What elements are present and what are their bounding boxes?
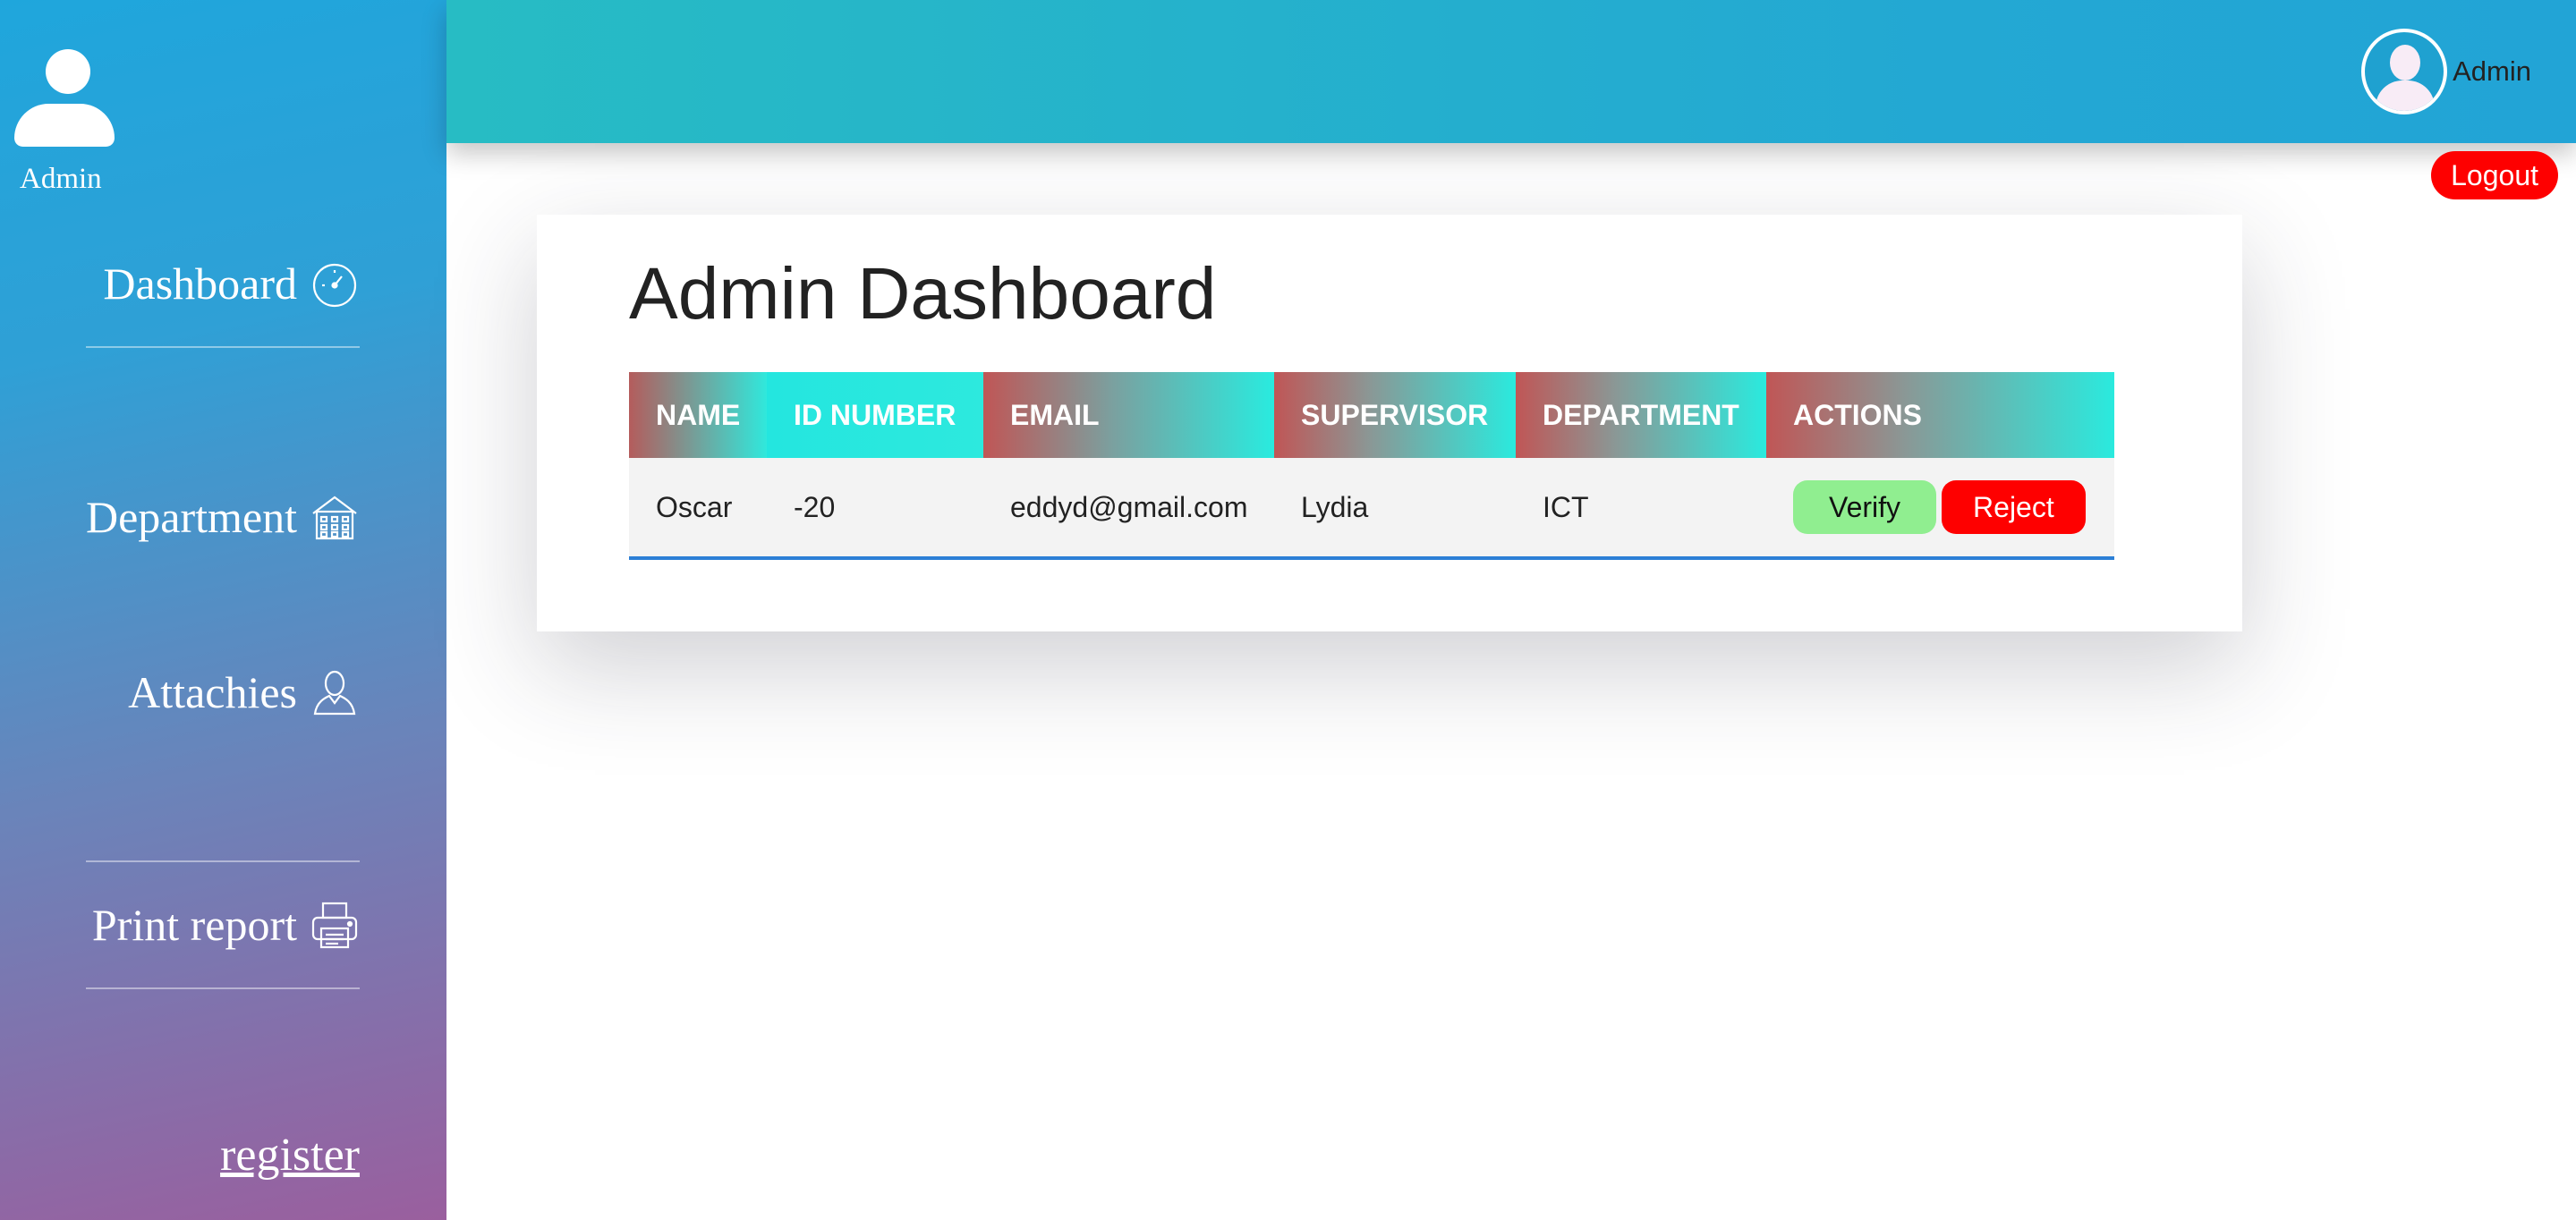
cell-name: Oscar [629,458,767,560]
sidebar-divider [86,860,360,862]
attachies-table: NAME ID NUMBER EMAIL SUPERVISOR DEPARTME… [629,372,2114,560]
column-header-supervisor: SUPERVISOR [1274,372,1516,458]
cell-department: ICT [1516,458,1766,560]
reject-button[interactable]: Reject [1942,480,2086,534]
column-header-id-number: ID NUMBER [767,372,983,458]
building-icon [310,492,360,542]
top-header: Admin [446,0,2576,143]
profile-icon [7,45,115,150]
profile-label: Admin [20,163,102,195]
column-header-department: DEPARTMENT [1516,372,1766,458]
sidebar-item-label: Dashboard [103,258,297,309]
cell-actions: Verify Reject [1766,458,2114,560]
register-link[interactable]: register [220,1129,360,1182]
dashboard-card: Admin Dashboard NAME ID NUMBER EMAIL SUP… [537,215,2242,631]
avatar[interactable] [2361,29,2448,114]
table-row: Oscar -20 eddyd@gmail.com Lydia ICT Veri… [629,458,2114,560]
sidebar-item-label: Department [85,492,297,542]
sidebar-divider [86,346,360,348]
cell-email: eddyd@gmail.com [983,458,1274,560]
column-header-email: EMAIL [983,372,1274,458]
table-header-row: NAME ID NUMBER EMAIL SUPERVISOR DEPARTME… [629,372,2114,458]
sidebar-item-label: Print report [91,900,297,950]
sidebar-item-attachies[interactable]: Attachies [86,666,360,718]
sidebar-item-dashboard[interactable]: Dashboard [86,258,360,309]
sidebar-item-label: Attachies [128,667,297,717]
verify-button[interactable]: Verify [1793,480,1937,534]
sidebar-profile: Admin [7,45,115,196]
page-title: Admin Dashboard [629,253,1217,335]
logout-button[interactable]: Logout [2431,151,2558,199]
sidebar-divider [86,987,360,989]
sidebar: Admin Dashboard Department Attachies Pri… [0,0,446,1220]
column-header-name: NAME [629,372,767,458]
sidebar-item-department[interactable]: Department [86,491,360,543]
sidebar-item-print-report[interactable]: Print report [86,899,360,951]
person-icon [310,667,360,717]
printer-icon [310,900,360,950]
column-header-actions: ACTIONS [1766,372,2114,458]
speedometer-icon [310,258,360,309]
user-menu[interactable]: Admin [2361,29,2531,114]
cell-id-number: -20 [767,458,983,560]
user-name: Admin [2453,55,2531,87]
cell-supervisor: Lydia [1274,458,1516,560]
